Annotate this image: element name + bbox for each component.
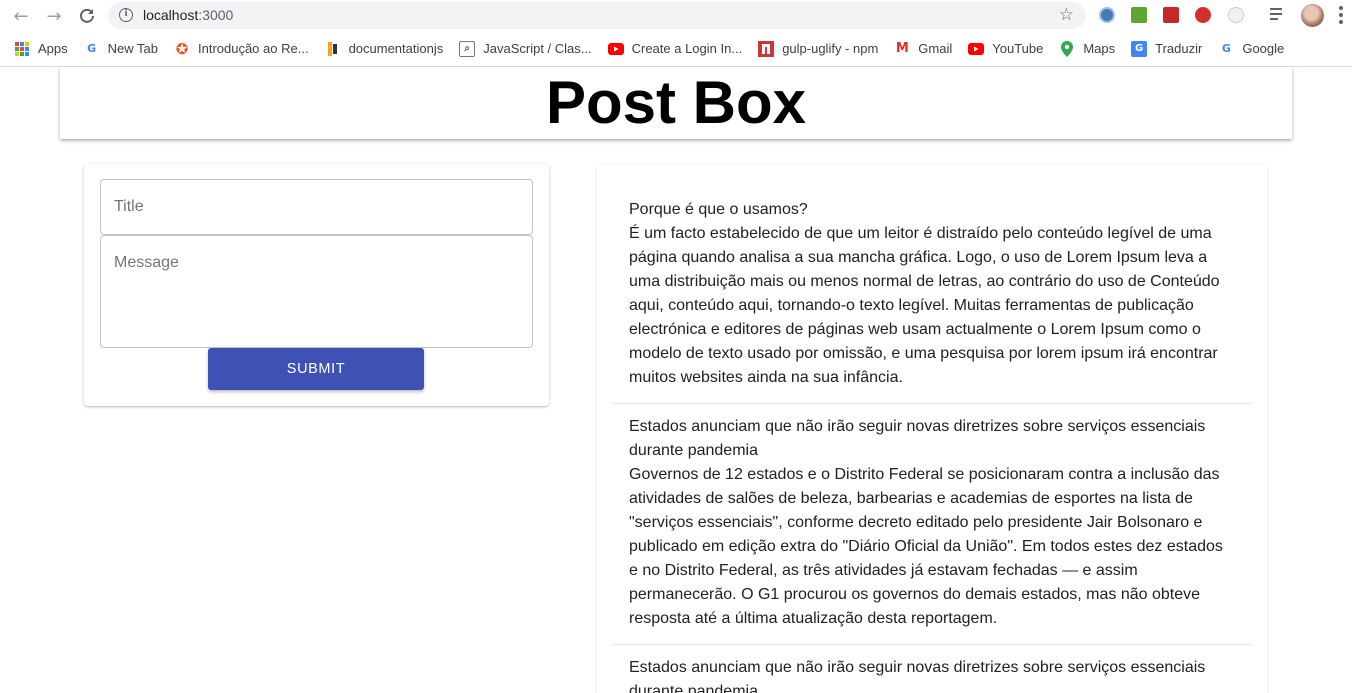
post-divider	[613, 644, 1251, 645]
extension-blue-icon[interactable]	[1099, 7, 1115, 23]
bookmark-label: JavaScript / Clas...	[483, 41, 592, 56]
bookmark-create-login[interactable]: Create a Login In...	[602, 37, 749, 61]
translate-icon: G	[1131, 40, 1148, 57]
post-form-card: Title Message SUBMIT	[84, 164, 549, 406]
npm-icon	[758, 40, 775, 57]
bookmark-label: gulp-uglify - npm	[782, 41, 879, 56]
url-port: :3000	[198, 7, 234, 23]
url-host: localhost	[143, 7, 199, 23]
maps-icon	[1059, 40, 1075, 57]
bookmark-new-tab[interactable]: G New Tab	[78, 37, 164, 61]
apps-grid-icon	[14, 41, 30, 57]
media-queue-icon[interactable]	[1270, 8, 1286, 22]
title-input[interactable]: Title	[100, 179, 533, 235]
post-title: Estados anunciam que não irão seguir nov…	[629, 418, 1206, 459]
bookmark-label: Introdução ao Re...	[197, 41, 309, 56]
post-body: Governos de 12 estados e o Distrito Fede…	[629, 466, 1223, 627]
bookmark-star-icon[interactable]: ☆	[1059, 5, 1074, 25]
bookmark-label: Maps	[1083, 41, 1116, 56]
bookmark-apps[interactable]: Apps	[0, 37, 74, 61]
page-title: Post Box	[545, 69, 807, 136]
message-placeholder: Message	[114, 254, 179, 271]
post-body: É um facto estabelecido de que um leitor…	[629, 225, 1220, 386]
url-text[interactable]: localhost:3000	[143, 7, 233, 23]
bookmark-gmail[interactable]: M Gmail	[888, 37, 958, 61]
bookmark-traduzir[interactable]: G Traduzir	[1125, 37, 1208, 61]
bookmark-label: Apps	[38, 41, 68, 56]
auth0-icon: ✪	[175, 39, 189, 58]
post-title: Porque é que o usamos?	[629, 201, 808, 218]
back-arrow-icon[interactable]: ←	[9, 4, 33, 28]
app-header: Post Box	[60, 67, 1292, 139]
reload-icon[interactable]	[75, 4, 99, 28]
bookmark-javascript-clas[interactable]: ⌕ JavaScript / Clas...	[453, 37, 597, 61]
bookmark-introducao[interactable]: ✪ Introdução ao Re...	[168, 37, 315, 61]
browser-toolbar: ← → i localhost:3000 ☆	[0, 0, 1352, 31]
youtube-icon	[968, 41, 985, 57]
google-icon: G	[1221, 42, 1231, 55]
search-page-icon: ⌕	[459, 40, 476, 57]
extension-grey-icon[interactable]	[1228, 7, 1244, 23]
submit-button[interactable]: SUBMIT	[208, 348, 424, 390]
youtube-icon	[607, 41, 624, 57]
bookmark-label: documentationjs	[348, 41, 444, 56]
posts-list: Porque é que o usamos? É um facto estabe…	[597, 164, 1267, 693]
bookmark-documentationjs[interactable]: documentationjs	[319, 37, 450, 61]
more-menu-icon[interactable]	[1338, 5, 1344, 25]
bookmark-youtube[interactable]: YouTube	[962, 37, 1049, 61]
post-title: Estados anunciam que não irão seguir nov…	[629, 659, 1206, 693]
site-info-icon[interactable]: i	[119, 8, 133, 22]
extension-red-circle-icon[interactable]	[1195, 7, 1211, 23]
profile-avatar[interactable]	[1301, 4, 1324, 27]
bookmark-label: Google	[1242, 41, 1285, 56]
extension-red-icon[interactable]	[1163, 7, 1179, 23]
gmail-icon: M	[895, 41, 909, 56]
bookmark-label: Traduzir	[1155, 41, 1203, 56]
title-placeholder: Title	[114, 198, 144, 215]
google-icon: G	[87, 42, 97, 55]
extension-green-icon[interactable]	[1131, 7, 1147, 23]
post-item: Porque é que o usamos? É um facto estabe…	[613, 198, 1251, 390]
documentationjs-icon	[325, 41, 341, 57]
bookmark-label: Create a Login In...	[631, 41, 743, 56]
bookmarks-bar: Apps G New Tab ✪ Introdução ao Re... doc…	[0, 35, 1352, 62]
address-bar[interactable]: i localhost:3000 ☆	[108, 2, 1086, 29]
forward-arrow-icon[interactable]: →	[42, 4, 66, 28]
bookmark-gulp-uglify[interactable]: gulp-uglify - npm	[752, 37, 884, 61]
post-divider	[613, 403, 1251, 404]
message-textarea[interactable]: Message	[100, 235, 533, 348]
bookmark-label: Gmail	[918, 41, 953, 56]
bookmark-maps[interactable]: Maps	[1053, 37, 1121, 61]
post-item: Estados anunciam que não irão seguir nov…	[613, 415, 1251, 631]
bookmark-google[interactable]: G Google	[1212, 37, 1290, 61]
post-item: Estados anunciam que não irão seguir nov…	[613, 656, 1251, 693]
bookmark-label: YouTube	[992, 41, 1044, 56]
bookmark-label: New Tab	[107, 41, 158, 56]
